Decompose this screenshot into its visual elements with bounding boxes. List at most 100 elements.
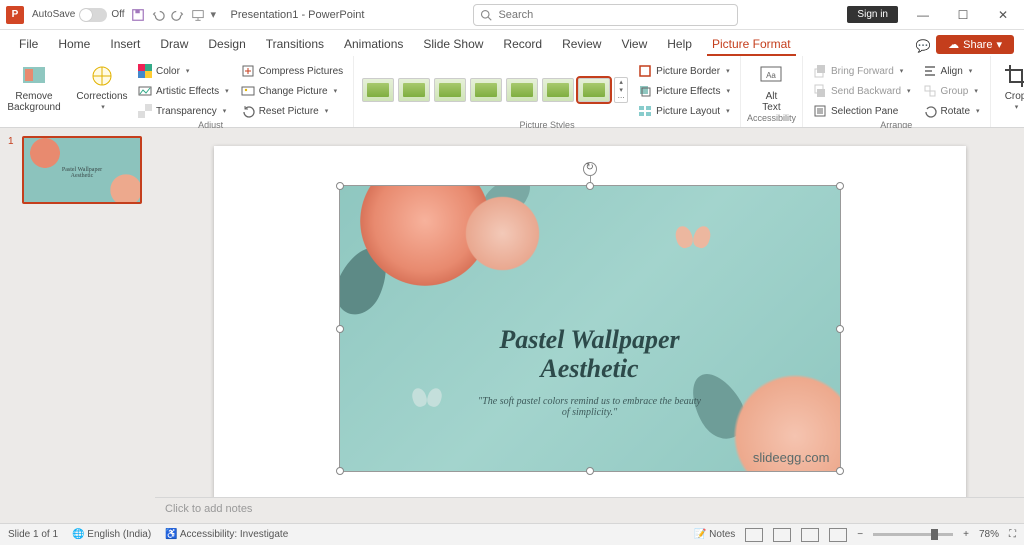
alt-text-button[interactable]: Aa Alt Text xyxy=(751,59,791,113)
picture-border-button[interactable]: Picture Border▾ xyxy=(634,62,734,80)
tab-design[interactable]: Design xyxy=(199,32,254,56)
slide-canvas-area[interactable]: Pastel Wallpaper Aesthetic "The soft pas… xyxy=(155,128,1024,497)
reset-picture-button[interactable]: Reset Picture▾ xyxy=(237,102,347,120)
style-thumb[interactable] xyxy=(434,78,466,102)
resize-handle[interactable] xyxy=(336,325,344,333)
picture-styles-gallery[interactable]: ▴▾⋯ xyxy=(360,73,630,107)
resize-handle[interactable] xyxy=(836,325,844,333)
transparency-button[interactable]: Transparency▾ xyxy=(134,102,233,120)
share-button[interactable]: ☁ Share ▾ xyxy=(936,35,1014,54)
qat-more-icon[interactable]: ▾ xyxy=(211,8,219,22)
notes-pane[interactable]: Click to add notes xyxy=(155,497,1024,523)
tab-review[interactable]: Review xyxy=(553,32,610,56)
search-input[interactable] xyxy=(498,9,731,21)
powerpoint-logo-icon: P xyxy=(6,6,24,24)
language-status[interactable]: 🌐 English (India) xyxy=(72,529,151,540)
style-thumb[interactable] xyxy=(578,78,610,102)
slide-thumbnail-pane[interactable]: 1 Pastel Wallpaper Aesthetic xyxy=(0,128,155,523)
share-label: Share xyxy=(963,39,992,51)
send-backward-button[interactable]: Send Backward▾ xyxy=(809,82,915,100)
reading-view-icon[interactable] xyxy=(801,528,819,542)
color-button[interactable]: Color▾ xyxy=(134,62,233,80)
zoom-out-icon[interactable]: − xyxy=(857,529,863,540)
tab-animations[interactable]: Animations xyxy=(335,32,412,56)
tab-transitions[interactable]: Transitions xyxy=(257,32,333,56)
crop-icon xyxy=(1003,63,1024,89)
compress-pictures-button[interactable]: Compress Pictures xyxy=(237,62,347,80)
autosave-toggle[interactable]: AutoSave Off xyxy=(32,8,125,22)
style-thumb[interactable] xyxy=(506,78,538,102)
slide-counter[interactable]: Slide 1 of 1 xyxy=(8,529,58,540)
resize-handle[interactable] xyxy=(836,182,844,190)
picture-selection[interactable]: Pastel Wallpaper Aesthetic "The soft pas… xyxy=(340,186,840,471)
pastel-wallpaper-picture[interactable]: Pastel Wallpaper Aesthetic "The soft pas… xyxy=(340,186,840,471)
remove-background-button[interactable]: Remove Background xyxy=(6,59,62,113)
picture-layout-icon xyxy=(638,104,652,118)
corrections-button[interactable]: Corrections▾ xyxy=(74,59,130,112)
send-backward-icon xyxy=(813,84,827,98)
resize-handle[interactable] xyxy=(586,182,594,190)
tab-draw[interactable]: Draw xyxy=(151,32,197,56)
align-icon xyxy=(923,64,937,78)
change-picture-button[interactable]: Change Picture▾ xyxy=(237,82,347,100)
group-button[interactable]: Group▾ xyxy=(919,82,984,100)
remove-background-label: Remove Background xyxy=(7,91,60,113)
comments-icon[interactable]: 💬 xyxy=(912,36,934,56)
bring-forward-button[interactable]: Bring Forward▾ xyxy=(809,62,915,80)
tab-help[interactable]: Help xyxy=(658,32,701,56)
zoom-level[interactable]: 78% xyxy=(979,529,999,540)
normal-view-icon[interactable] xyxy=(745,528,763,542)
start-slideshow-icon[interactable] xyxy=(191,8,205,22)
tab-insert[interactable]: Insert xyxy=(101,32,149,56)
resize-handle[interactable] xyxy=(586,467,594,475)
svg-text:Aa: Aa xyxy=(767,71,777,80)
undo-icon[interactable] xyxy=(151,8,165,22)
selection-pane-button[interactable]: Selection Pane xyxy=(809,102,915,120)
rotation-handle[interactable] xyxy=(583,162,597,176)
accessibility-status[interactable]: ♿ Accessibility: Investigate xyxy=(165,529,288,540)
fit-to-window-icon[interactable]: ⛶ xyxy=(1009,529,1016,540)
selection-pane-icon xyxy=(813,104,827,118)
style-thumb[interactable] xyxy=(470,78,502,102)
redo-icon[interactable] xyxy=(171,8,185,22)
style-thumb[interactable] xyxy=(398,78,430,102)
tab-record[interactable]: Record xyxy=(494,32,551,56)
search-box[interactable] xyxy=(473,4,738,26)
style-thumb[interactable] xyxy=(362,78,394,102)
gallery-scroll[interactable]: ▴▾⋯ xyxy=(614,77,628,103)
artistic-effects-button[interactable]: Artistic Effects▾ xyxy=(134,82,233,100)
tab-file[interactable]: File xyxy=(10,32,47,56)
resize-handle[interactable] xyxy=(836,467,844,475)
save-icon[interactable] xyxy=(131,8,145,22)
close-icon[interactable]: ✕ xyxy=(988,5,1018,25)
flower-decoration xyxy=(460,191,545,276)
picture-title: Pastel Wallpaper Aesthetic xyxy=(340,326,840,383)
slide[interactable]: Pastel Wallpaper Aesthetic "The soft pas… xyxy=(214,146,966,497)
crop-button[interactable]: Crop▾ xyxy=(997,59,1024,112)
autosave-state: Off xyxy=(111,9,124,20)
align-button[interactable]: Align▾ xyxy=(919,62,984,80)
sorter-view-icon[interactable] xyxy=(773,528,791,542)
picture-border-icon xyxy=(638,64,652,78)
thumbnail-number: 1 xyxy=(8,136,18,204)
corrections-label: Corrections xyxy=(76,91,127,102)
rotate-button[interactable]: Rotate▾ xyxy=(919,102,984,120)
picture-effects-button[interactable]: Picture Effects▾ xyxy=(634,82,734,100)
tab-view[interactable]: View xyxy=(612,32,656,56)
zoom-slider[interactable] xyxy=(873,533,953,536)
tab-slideshow[interactable]: Slide Show xyxy=(414,32,492,56)
resize-handle[interactable] xyxy=(336,182,344,190)
style-thumb[interactable] xyxy=(542,78,574,102)
tab-picture-format[interactable]: Picture Format xyxy=(703,32,800,56)
workspace: 1 Pastel Wallpaper Aesthetic xyxy=(0,128,1024,523)
zoom-in-icon[interactable]: + xyxy=(963,529,969,540)
minimize-icon[interactable]: — xyxy=(908,5,938,25)
maximize-icon[interactable]: ☐ xyxy=(948,5,978,25)
signin-button[interactable]: Sign in xyxy=(847,6,898,23)
picture-layout-button[interactable]: Picture Layout▾ xyxy=(634,102,734,120)
slideshow-view-icon[interactable] xyxy=(829,528,847,542)
resize-handle[interactable] xyxy=(336,467,344,475)
tab-home[interactable]: Home xyxy=(49,32,99,56)
slide-thumbnail[interactable]: Pastel Wallpaper Aesthetic xyxy=(22,136,142,204)
notes-toggle[interactable]: 📝 Notes xyxy=(694,529,735,540)
